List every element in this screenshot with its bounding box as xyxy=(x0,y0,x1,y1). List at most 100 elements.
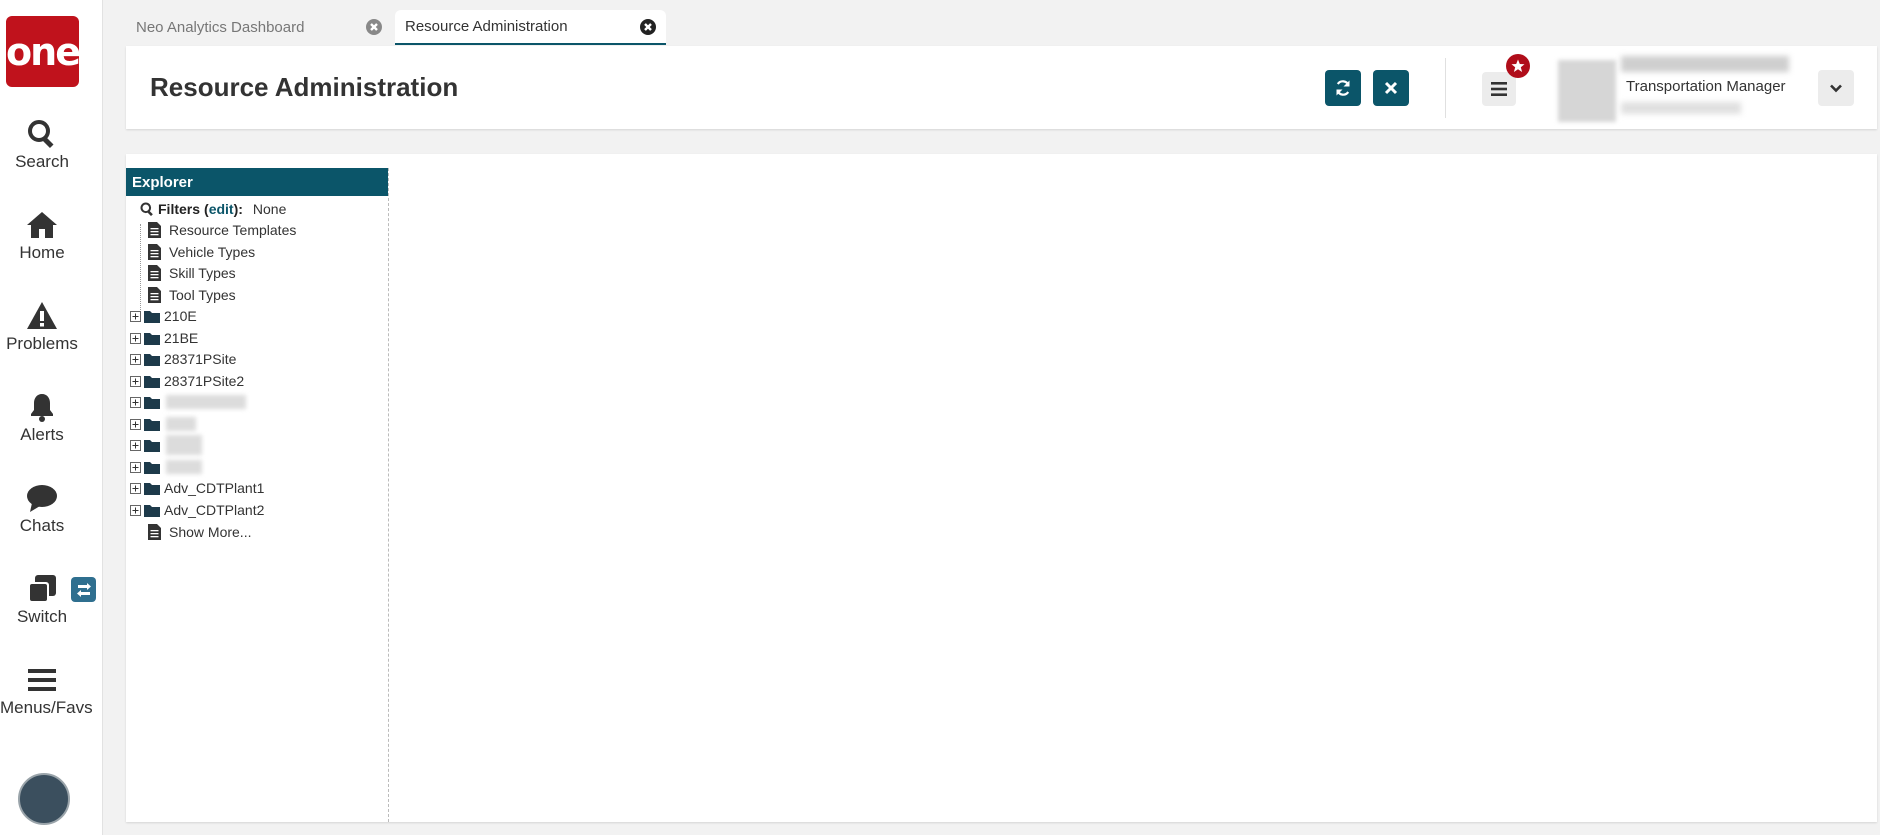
nav-label: Home xyxy=(19,243,65,262)
expand-icon[interactable] xyxy=(130,310,141,322)
home-icon xyxy=(26,209,58,241)
tab-label: Neo Analytics Dashboard xyxy=(136,19,305,36)
hamburger-icon xyxy=(26,664,58,696)
tree-folder-28371psite[interactable]: 28371PSite xyxy=(130,349,236,369)
folder-icon xyxy=(144,375,160,388)
page-title: Resource Administration xyxy=(150,72,459,102)
filters-edit-link[interactable]: edit xyxy=(209,201,234,217)
nav-label: Switch xyxy=(16,607,68,626)
document-icon xyxy=(148,244,161,260)
folder-icon xyxy=(144,482,160,495)
switch-arrows-icon[interactable] xyxy=(71,577,96,602)
logo[interactable]: one xyxy=(6,16,81,87)
folder-icon xyxy=(144,461,160,474)
nav-menus-favs[interactable]: Menus/Favs xyxy=(0,664,93,718)
folder-icon xyxy=(144,439,160,452)
tree-item-label: Adv_CDTPlant2 xyxy=(164,502,265,518)
explorer-title: Explorer xyxy=(126,168,388,196)
switch-icon xyxy=(26,573,58,605)
tree-item-resource-templates[interactable]: Resource Templates xyxy=(148,220,296,240)
redacted-label xyxy=(166,417,196,431)
close-icon[interactable] xyxy=(640,19,656,35)
tree-folder-redacted[interactable] xyxy=(130,392,246,412)
tree-folder-redacted[interactable] xyxy=(130,414,196,434)
tree-folder-21be[interactable]: 21BE xyxy=(130,328,198,348)
tree-folder-adv-cdtplant1[interactable]: Adv_CDTPlant1 xyxy=(130,478,264,498)
nav-search[interactable]: Search xyxy=(0,118,84,172)
nav-home[interactable]: Home xyxy=(0,209,84,263)
tree-guide-line xyxy=(140,224,142,310)
close-page-button[interactable] xyxy=(1373,70,1409,106)
close-icon xyxy=(1384,81,1398,95)
tab-label: Resource Administration xyxy=(405,18,568,35)
search-icon xyxy=(26,118,58,150)
bell-icon xyxy=(26,391,58,423)
logo-text: one xyxy=(6,29,81,74)
document-icon xyxy=(148,524,161,540)
folder-icon xyxy=(144,332,160,345)
expand-icon[interactable] xyxy=(130,375,141,387)
expand-icon[interactable] xyxy=(130,396,141,408)
folder-icon xyxy=(144,396,160,409)
expand-icon[interactable] xyxy=(130,418,141,430)
nav-alerts[interactable]: Alerts xyxy=(0,391,84,445)
nav-chats[interactable]: Chats xyxy=(0,482,84,536)
favorite-star-icon[interactable] xyxy=(1506,54,1530,78)
redacted-label xyxy=(166,435,202,455)
tree-folder-redacted[interactable] xyxy=(130,457,202,477)
user-avatar[interactable] xyxy=(1558,60,1616,122)
tree-folder-adv-cdtplant2[interactable]: Adv_CDTPlant2 xyxy=(130,500,264,520)
tree-folder-210e[interactable]: 210E xyxy=(130,306,197,326)
folder-icon xyxy=(144,310,160,323)
tree-item-vehicle-types[interactable]: Vehicle Types xyxy=(148,242,255,262)
warning-icon xyxy=(26,300,58,332)
chat-icon xyxy=(26,482,58,514)
user-dropdown-button[interactable] xyxy=(1818,70,1854,106)
tree-item-skill-types[interactable]: Skill Types xyxy=(148,263,236,283)
tree-item-label: 210E xyxy=(164,308,197,324)
expand-icon[interactable] xyxy=(130,461,141,473)
tree-item-label: Resource Templates xyxy=(169,222,297,238)
tree-item-show-more[interactable]: Show More... xyxy=(148,522,251,542)
expand-icon[interactable] xyxy=(130,439,141,451)
tree-folder-28371psite2[interactable]: 28371PSite2 xyxy=(130,371,244,391)
tab-resource-administration[interactable]: Resource Administration xyxy=(395,10,666,45)
header-divider xyxy=(1445,58,1446,118)
user-org-redacted xyxy=(1621,102,1741,114)
filters-close-paren: ): xyxy=(233,201,243,217)
tree-item-tool-types[interactable]: Tool Types xyxy=(148,285,236,305)
search-icon xyxy=(140,202,153,216)
tree-item-label: 21BE xyxy=(164,330,199,346)
assistant-avatar[interactable] xyxy=(18,773,70,825)
expand-icon[interactable] xyxy=(130,482,141,494)
nav-label: Problems xyxy=(6,334,78,353)
folder-icon xyxy=(144,504,160,517)
expand-icon[interactable] xyxy=(130,332,141,344)
filters-value: None xyxy=(252,201,287,217)
page-header: Resource Administration Transportation M… xyxy=(126,46,1877,129)
refresh-icon xyxy=(1336,80,1350,96)
user-role: Transportation Manager xyxy=(1626,78,1786,95)
tree-item-label: Adv_CDTPlant1 xyxy=(164,480,265,496)
refresh-button[interactable] xyxy=(1325,70,1361,106)
left-nav: one Search Home Problems Alerts Chats Sw… xyxy=(0,0,103,835)
folder-icon xyxy=(144,418,160,431)
tree-folder-redacted[interactable] xyxy=(130,435,202,455)
expand-icon[interactable] xyxy=(130,504,141,516)
hamburger-icon xyxy=(1491,82,1507,96)
nav-label: Menus/Favs xyxy=(0,698,93,717)
nav-label: Chats xyxy=(19,516,65,535)
nav-problems[interactable]: Problems xyxy=(0,300,84,354)
redacted-label xyxy=(166,460,202,474)
redacted-label xyxy=(166,395,246,409)
document-icon xyxy=(148,287,161,303)
tree-item-label: Tool Types xyxy=(169,287,236,303)
expand-icon[interactable] xyxy=(130,353,141,365)
tab-neo-analytics-dashboard[interactable]: Neo Analytics Dashboard xyxy=(126,10,392,45)
user-name-redacted xyxy=(1621,56,1789,72)
tree-item-label: Show More... xyxy=(169,524,252,540)
nav-label: Search xyxy=(15,152,69,171)
actions-menu-button[interactable] xyxy=(1482,72,1516,106)
close-icon[interactable] xyxy=(366,19,382,35)
filters-label: Filters xyxy=(158,201,201,217)
